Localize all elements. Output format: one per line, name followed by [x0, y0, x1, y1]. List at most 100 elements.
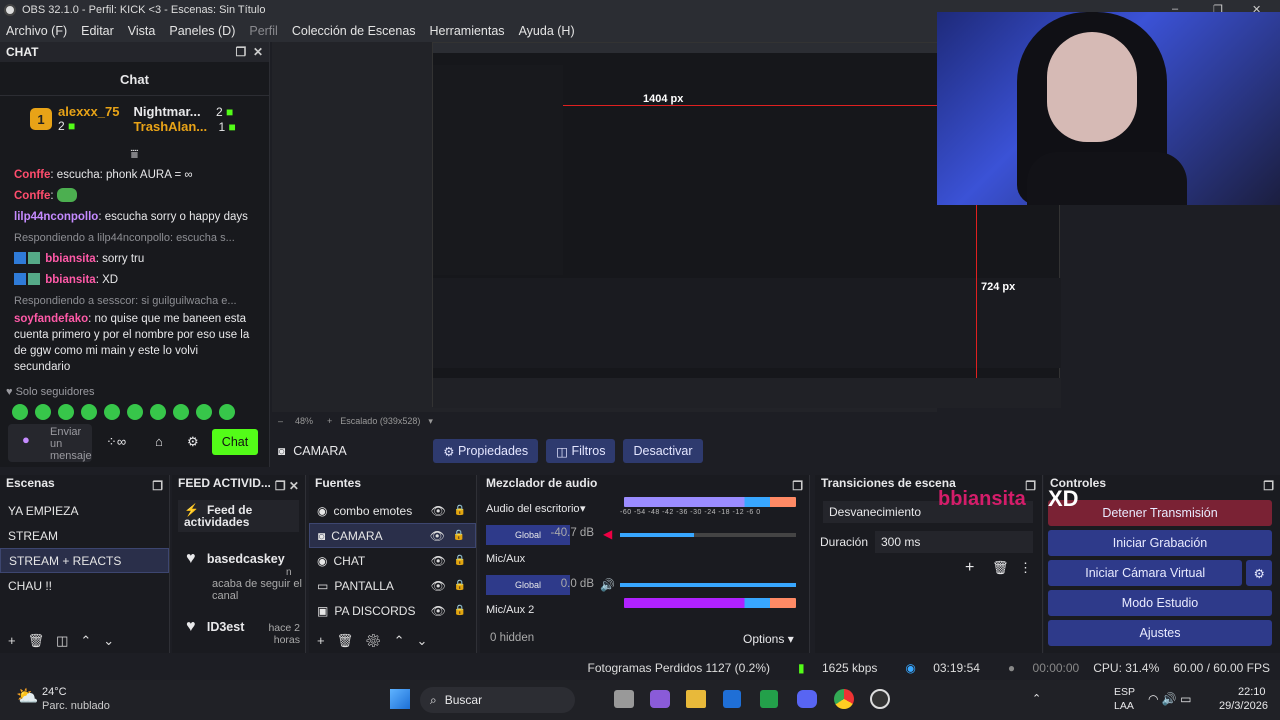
eye-icon[interactable]: 👁	[431, 579, 446, 593]
emote-icon[interactable]	[150, 404, 166, 420]
mute-icon[interactable]: ◀	[603, 527, 612, 541]
chat-message: bbiansita: sorry tru	[14, 251, 255, 267]
discord-icon[interactable]	[797, 690, 817, 708]
eye-icon[interactable]: 👁	[431, 554, 446, 568]
menu-coleccion[interactable]: Colección de Escenas	[292, 24, 416, 38]
gear-icon[interactable]: ⚙	[187, 434, 199, 450]
eye-icon[interactable]: 👁	[431, 504, 446, 518]
eye-icon[interactable]: 👁	[430, 529, 445, 543]
scene-item[interactable]: STREAM	[0, 523, 169, 548]
chevron-up-icon[interactable]: ⌃	[1032, 692, 1041, 705]
emote-icon[interactable]	[127, 404, 143, 420]
chevron-down-icon[interactable]: ▾	[428, 416, 433, 427]
menu-perfil[interactable]: Perfil	[249, 24, 277, 38]
more-icon[interactable]: ⋮	[1019, 560, 1032, 576]
zoom-level: 48%	[295, 416, 314, 426]
volume-slider[interactable]	[620, 533, 796, 537]
scene-item[interactable]: CHAU !!	[0, 573, 169, 598]
filter-icon[interactable]: ⩸	[0, 146, 269, 162]
close-icon[interactable]: ✕	[253, 45, 263, 59]
source-item[interactable]: ◉ CHAT 👁 🔒	[309, 548, 476, 573]
badge-icon	[28, 252, 40, 264]
task-view-icon[interactable]	[614, 690, 634, 708]
emote-icon[interactable]	[58, 404, 74, 420]
bitrate: 1625 kbps	[821, 661, 878, 675]
lock-icon[interactable]: 🔒	[454, 505, 466, 516]
eye-icon[interactable]: 👁	[431, 604, 446, 618]
undock-icon[interactable]: ❐	[1263, 479, 1274, 493]
trash-icon[interactable]: 🗑	[992, 560, 1009, 576]
settings-button[interactable]: Ajustes	[1048, 620, 1272, 646]
app-icon[interactable]	[723, 690, 741, 708]
source-item[interactable]: ◉ combo emotes 👁 🔒	[309, 498, 476, 523]
emote-icon[interactable]	[173, 404, 189, 420]
scene-actions[interactable]: +🗑◫⌃⌄	[8, 633, 126, 649]
undock-icon[interactable]: ❐	[152, 479, 163, 493]
deactivate-button[interactable]: Desactivar	[623, 439, 703, 463]
app-icon[interactable]	[760, 690, 778, 708]
duration-input[interactable]: 300 ms	[875, 531, 1033, 553]
emote-icon[interactable]	[12, 404, 28, 420]
scene-item[interactable]: STREAM + REACTS	[0, 548, 169, 573]
studio-mode-button[interactable]: Modo Estudio	[1048, 590, 1272, 616]
mic-icon[interactable]: ●	[22, 433, 30, 446]
feed-dock: FEED ACTIVID... ❐ ✕ ⚡ Feed de actividades …	[172, 475, 306, 653]
weather-icon[interactable]: ⛅	[16, 686, 38, 707]
menu-ayuda[interactable]: Ayuda (H)	[519, 24, 575, 38]
emote-icon[interactable]	[104, 404, 120, 420]
stop-stream-button[interactable]: Detener Transmisión	[1048, 500, 1272, 526]
clock-time[interactable]: 22:10	[1238, 686, 1266, 698]
menu-herramientas[interactable]: Herramientas	[430, 24, 505, 38]
scene-item[interactable]: YA EMPIEZA	[0, 498, 169, 523]
chevron-down-icon[interactable]: ▾	[580, 502, 586, 515]
store-icon[interactable]: ⌂	[155, 434, 163, 449]
volume-slider[interactable]	[620, 583, 796, 587]
lang-code[interactable]: ESP	[1114, 686, 1135, 698]
lock-icon[interactable]: 🔒	[454, 580, 466, 591]
source-item[interactable]: ▣ PA DISCORDS 👁 🔒	[309, 598, 476, 623]
emote-picker-icon[interactable]: ⁘∞	[106, 434, 126, 450]
filters-button[interactable]: ◫ Filtros	[546, 439, 616, 463]
properties-button[interactable]: ⚙ Propiedades	[433, 439, 539, 463]
zoom-in-button[interactable]: +	[327, 416, 332, 426]
emote-icon[interactable]	[81, 404, 97, 420]
source-item[interactable]: ◙ CAMARA 👁 🔒	[309, 523, 476, 548]
zoom-out-button[interactable]: –	[278, 416, 283, 426]
controls-title: Controles ❐	[1050, 476, 1274, 493]
heart-icon: ♥	[186, 618, 196, 635]
copilot-icon[interactable]	[650, 690, 670, 708]
lang-layout[interactable]: LAA	[1114, 700, 1134, 712]
virtual-camera-button[interactable]: Iniciar Cámara Virtual	[1048, 560, 1243, 586]
source-actions[interactable]: +🗑⚙⌃⌄	[317, 633, 439, 649]
start-recording-button[interactable]: Iniciar Grabación	[1048, 530, 1272, 556]
clock-date[interactable]: 29/3/2026	[1219, 700, 1268, 712]
undock-icon[interactable]: ❐	[1025, 479, 1036, 493]
chrome-icon[interactable]	[834, 689, 854, 709]
menu-paneles[interactable]: Paneles (D)	[169, 24, 235, 38]
mixer-options-button[interactable]: Options ▾	[743, 632, 794, 646]
scale-select[interactable]: Escalado (939x528)	[340, 416, 420, 426]
emote-icon[interactable]	[219, 404, 235, 420]
wifi-icon[interactable]: ◠ 🔊 ▭	[1148, 692, 1191, 706]
heart-icon: ♥	[186, 550, 196, 567]
undock-icon[interactable]: ❐	[792, 479, 803, 493]
chat-send-button[interactable]: Chat	[212, 429, 258, 455]
menu-editar[interactable]: Editar	[81, 24, 114, 38]
source-item[interactable]: ▭ PANTALLA 👁 🔒	[309, 573, 476, 598]
windows-start-icon[interactable]	[390, 689, 410, 709]
lock-icon[interactable]: 🔒	[454, 555, 466, 566]
add-transition-button[interactable]: +	[965, 559, 974, 577]
menu-vista[interactable]: Vista	[128, 24, 156, 38]
emote-icon[interactable]	[35, 404, 51, 420]
chat-input[interactable]: ● Enviar un mensaje	[8, 424, 92, 462]
emote-icon[interactable]	[196, 404, 212, 420]
search-box[interactable]: ⌕ Buscar	[420, 687, 575, 713]
gear-icon[interactable]: ⚙	[1246, 560, 1272, 586]
undock-icon[interactable]: ❐	[236, 45, 247, 59]
menu-archivo[interactable]: Archivo (F)	[6, 24, 67, 38]
speaker-icon[interactable]: 🔊	[600, 578, 615, 592]
obs-icon[interactable]	[870, 689, 890, 709]
lock-icon[interactable]: 🔒	[454, 605, 466, 616]
explorer-icon[interactable]	[686, 690, 706, 708]
lock-icon[interactable]: 🔒	[453, 530, 465, 541]
